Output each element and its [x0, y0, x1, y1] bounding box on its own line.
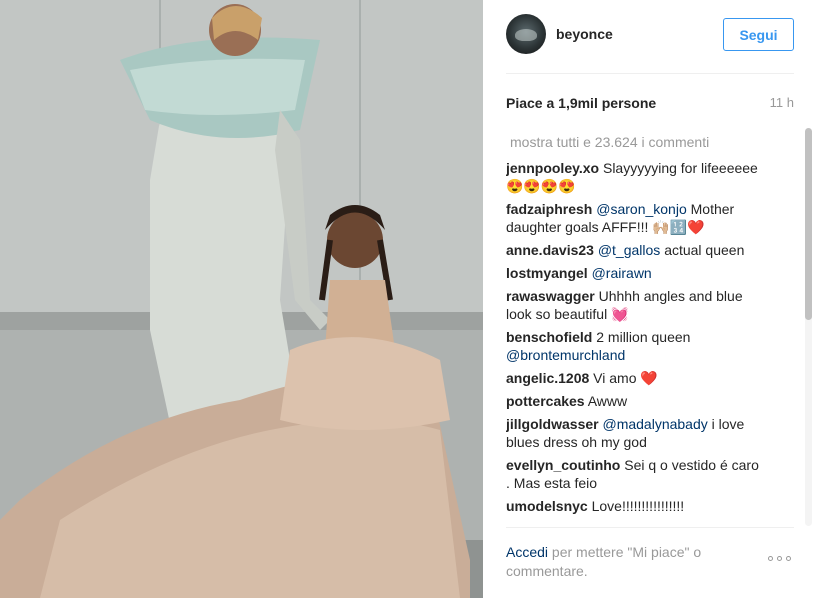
- comment-item: rawaswagger Uhhhh angles and blue look s…: [506, 287, 766, 323]
- comment-text: Awww: [587, 393, 628, 409]
- comment-emoji: 💓: [611, 306, 629, 322]
- comment-user[interactable]: umodelsnyc: [506, 498, 588, 514]
- comment-mention[interactable]: @saron_konjo: [596, 201, 687, 217]
- avatar-silhouette: [515, 29, 537, 41]
- comment-user[interactable]: anne.davis23: [506, 242, 594, 258]
- login-prompt: Accedi per mettere "Mi piace" o commenta…: [506, 543, 746, 581]
- comment-item: fadzaiphresh @saron_konjo Mother daughte…: [506, 200, 766, 236]
- comment-item: evellyn_coutinho Sei q o vestido é caro …: [506, 456, 766, 492]
- photo-illustration: [0, 0, 483, 598]
- comment-user[interactable]: angelic.1208: [506, 370, 589, 386]
- dot-icon: [777, 556, 782, 561]
- comment-text: actual queen: [664, 242, 745, 258]
- comment-item: benschofield 2 million queen @brontemurc…: [506, 328, 766, 364]
- comment-mention[interactable]: @brontemurchland: [506, 347, 625, 363]
- comment-user[interactable]: pottercakes: [506, 393, 585, 409]
- comment-user[interactable]: fadzaiphresh: [506, 201, 592, 217]
- comment-mention[interactable]: @rairawn: [592, 265, 652, 281]
- login-link[interactable]: Accedi: [506, 544, 548, 560]
- comment-mention[interactable]: @t_gallos: [598, 242, 660, 258]
- dot-icon: [768, 556, 773, 561]
- profile-avatar[interactable]: [506, 14, 546, 54]
- comment-user[interactable]: evellyn_coutinho: [506, 457, 620, 473]
- scrollbar-thumb[interactable]: [805, 128, 812, 320]
- comment-item: jennpooley.xo Slayyyyying for lifeeeeee …: [506, 159, 766, 195]
- likes-count[interactable]: Piace a 1,9mil persone: [506, 95, 656, 111]
- comment-emoji: 🙌🏼🔢❤️: [652, 219, 705, 235]
- comment-emoji: ❤️: [640, 370, 658, 386]
- dot-icon: [786, 556, 791, 561]
- header-divider: [506, 73, 794, 74]
- likes-row: Piace a 1,9mil persone 11 h: [506, 95, 794, 113]
- footer-divider: [506, 527, 794, 528]
- post-header: beyonce Segui: [483, 0, 823, 74]
- show-all-comments-link[interactable]: mostra tutti e 23.624 i commenti: [506, 133, 791, 159]
- comment-emoji: 😍😍😍😍: [506, 178, 576, 194]
- comment-item: lostmyangel @rairawn: [506, 264, 766, 282]
- comment-item: jillgoldwasser @madalynabady i love blue…: [506, 415, 766, 451]
- comments-list: mostra tutti e 23.624 i commenti jennpoo…: [506, 133, 791, 526]
- comment-text: Love!!!!!!!!!!!!!!!!: [591, 498, 685, 514]
- comment-user[interactable]: rawaswagger: [506, 288, 595, 304]
- comment-item: anne.davis23 @t_gallos actual queen: [506, 241, 766, 259]
- comment-text: Slayyyyying for lifeeeeee: [602, 160, 758, 176]
- comment-text: 2 million queen: [596, 329, 691, 345]
- post-photo[interactable]: [0, 0, 483, 598]
- comment-item: pottercakes Awww: [506, 392, 766, 410]
- comment-user[interactable]: jennpooley.xo: [506, 160, 599, 176]
- username-link[interactable]: beyonce: [556, 26, 613, 42]
- post-time[interactable]: 11 h: [770, 95, 794, 110]
- comment-user[interactable]: lostmyangel: [506, 265, 588, 281]
- comments-scrollbar[interactable]: [805, 128, 812, 526]
- comment-text: Vi amo: [593, 370, 637, 386]
- comment-item: angelic.1208 Vi amo ❤️: [506, 369, 766, 387]
- comment-user[interactable]: jillgoldwasser: [506, 416, 599, 432]
- follow-button[interactable]: Segui: [723, 18, 794, 51]
- comment-user[interactable]: benschofield: [506, 329, 592, 345]
- comment-item: umodelsnyc Love!!!!!!!!!!!!!!!!: [506, 497, 766, 515]
- more-options-icon[interactable]: [768, 556, 796, 566]
- post-details-panel: beyonce Segui Piace a 1,9mil persone 11 …: [483, 0, 823, 598]
- comment-mention[interactable]: @madalynabady: [602, 416, 707, 432]
